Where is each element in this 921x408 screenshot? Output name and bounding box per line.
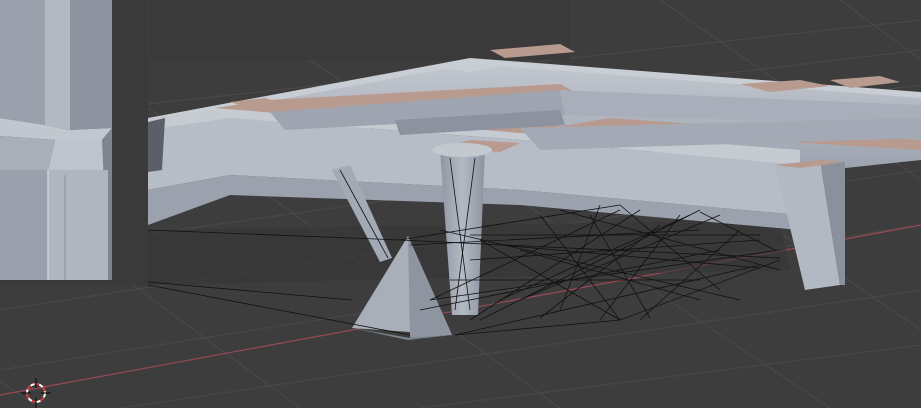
3d-viewport[interactable] xyxy=(0,0,921,408)
viewport-canvas[interactable] xyxy=(0,0,921,408)
left-block-mesh[interactable] xyxy=(0,0,148,285)
